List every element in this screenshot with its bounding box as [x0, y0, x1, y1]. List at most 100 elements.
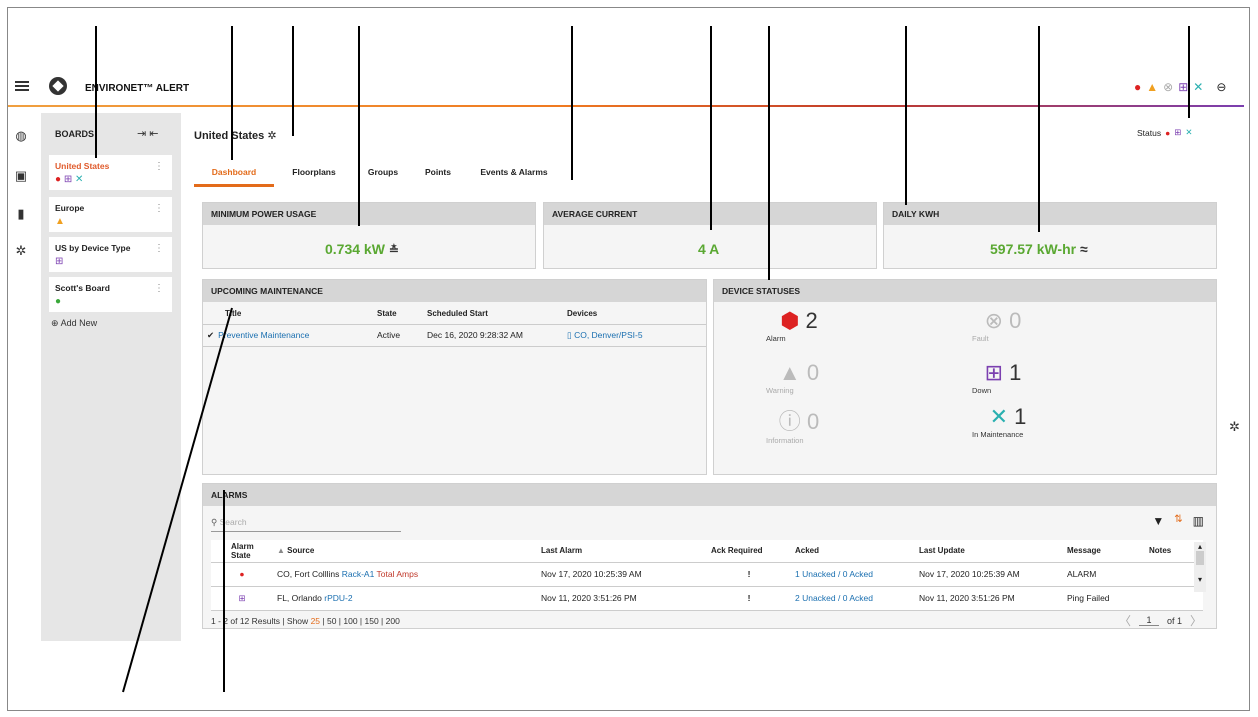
- tabs: Dashboard Floorplans Groups Points Event…: [194, 159, 564, 187]
- status-alarm[interactable]: ⬢ 2 Alarm: [764, 308, 834, 343]
- board-item-us-by-device-type[interactable]: US by Device Type ⊞ ⋮: [49, 237, 172, 272]
- page-size-25[interactable]: 25: [311, 616, 320, 626]
- col-alarm-state[interactable]: Alarm State: [211, 540, 273, 563]
- tab-floorplans[interactable]: Floorplans: [274, 159, 354, 187]
- alarm-icon: ●: [1165, 127, 1171, 138]
- fault-count: 0: [1009, 308, 1022, 333]
- search-icon: ⚲: [211, 517, 218, 527]
- settings-gear-icon[interactable]: ✲: [14, 244, 28, 258]
- col-source[interactable]: ▲ Source: [273, 540, 537, 563]
- source-cell: CO, Fort Colllins Rack-A1 Total Amps: [273, 562, 537, 587]
- table-row[interactable]: ● CO, Fort Colllins Rack-A1 Total Amps N…: [211, 562, 1203, 587]
- acked-cell[interactable]: 2 Unacked / 0 Acked: [791, 586, 915, 611]
- source-link[interactable]: rPDU-2: [324, 593, 352, 603]
- device-cell: ▯ CO, Denver/PSI-5: [563, 323, 706, 347]
- columns-icon[interactable]: ▥: [1193, 514, 1204, 528]
- app-window: ENVIRONET™ ALERT ● ▲ ⊗ ⊞ ✕ ⊖ ◍ ▣ ▮ ✲ BOA…: [7, 7, 1250, 711]
- card-title: DAILY KWH: [884, 203, 1216, 225]
- kebab-menu-icon[interactable]: ⋮: [154, 283, 164, 294]
- page-of-text: of 1: [1166, 615, 1182, 626]
- tab-dashboard[interactable]: Dashboard: [194, 159, 274, 187]
- sort-asc-icon: ▲: [277, 546, 285, 556]
- last-update-cell: Nov 17, 2020 10:25:39 AM: [915, 562, 1063, 587]
- device-down-icon: ⊞: [984, 360, 1004, 385]
- maintenance-icon: ✕: [75, 174, 84, 185]
- page-size-150[interactable]: 150: [365, 616, 379, 626]
- table-row[interactable]: ⊞ FL, Orlando rPDU-2 Nov 11, 2020 3:51:2…: [211, 586, 1203, 611]
- settings-gear-icon[interactable]: ✲: [267, 130, 276, 142]
- search-input[interactable]: ⚲ Search: [211, 514, 401, 532]
- device-link[interactable]: CO, Denver/PSI-5: [574, 330, 643, 340]
- message-cell: ALARM: [1063, 562, 1145, 587]
- status-down[interactable]: ⊞ 1 Down: [968, 360, 1038, 395]
- kebab-menu-icon[interactable]: ⋮: [154, 243, 164, 254]
- add-new-board-button[interactable]: ⊕ Add New: [51, 318, 97, 329]
- col-message[interactable]: Message: [1063, 540, 1145, 563]
- board-name: Europe: [55, 203, 85, 213]
- status-information[interactable]: ⓘ 0 Information: [764, 404, 834, 445]
- card-alarms: ALARMS ⚲ Search ▼ ⇅ ▥ Alarm State ▲ Sour…: [202, 483, 1217, 629]
- reports-icon[interactable]: ▣: [14, 169, 28, 183]
- page-title: United States ✲: [194, 129, 277, 142]
- fault-icon[interactable]: ⊗: [1163, 80, 1173, 94]
- col-ack-required[interactable]: Ack Required: [707, 540, 791, 563]
- col-last-update[interactable]: Last Update: [915, 540, 1063, 563]
- next-page-icon[interactable]: 〉: [1190, 612, 1202, 629]
- globe-icon[interactable]: ◍: [14, 129, 28, 143]
- status-label: Status: [1137, 127, 1162, 138]
- source-point: Total Amps: [374, 569, 419, 579]
- collapse-panel-icon[interactable]: ⇥ ⇤: [137, 127, 159, 140]
- maintenance-icon: ✕: [1185, 127, 1193, 137]
- source-link[interactable]: Rack-A1: [342, 569, 375, 579]
- devices-icon[interactable]: ▮: [14, 207, 28, 221]
- table-scrollbar[interactable]: ▴ ▾: [1194, 542, 1206, 592]
- warning-icon[interactable]: ▲: [1146, 80, 1158, 94]
- status-fault[interactable]: ⊗ 0 Fault: [968, 308, 1038, 343]
- source-location: CO, Fort Colllins: [277, 569, 342, 579]
- col-acked[interactable]: Acked: [791, 540, 915, 563]
- warning-icon: ▲: [778, 360, 801, 385]
- alarm-icon: ●: [55, 174, 62, 185]
- sort-icon[interactable]: ⇅: [1174, 514, 1182, 528]
- col-last-alarm[interactable]: Last Alarm: [537, 540, 707, 563]
- board-item-scotts-board[interactable]: Scott's Board ● ⋮: [49, 277, 172, 312]
- maintenance-icon: ✕: [989, 404, 1009, 429]
- ack-required-cell[interactable]: !: [707, 562, 791, 587]
- board-item-europe[interactable]: Europe ▲ ⋮: [49, 197, 172, 232]
- page-size-200[interactable]: 200: [386, 616, 400, 626]
- prev-page-icon[interactable]: 〈: [1119, 612, 1131, 629]
- page-size-50[interactable]: 50: [327, 616, 336, 626]
- daily-kwh-value-text: 597.57 kW-hr: [990, 241, 1077, 257]
- col-scheduled-start: Scheduled Start: [427, 309, 488, 319]
- filter-icon[interactable]: ▼: [1152, 514, 1164, 528]
- status-warning[interactable]: ▲ 0 Warning: [764, 360, 834, 395]
- board-item-united-states[interactable]: United States ● ⊞ ✕ ⋮: [49, 155, 172, 190]
- user-account-icon[interactable]: ⊖: [1216, 80, 1226, 94]
- fault-label: Fault: [972, 334, 989, 343]
- kebab-menu-icon[interactable]: ⋮: [154, 203, 164, 214]
- tab-points[interactable]: Points: [412, 159, 464, 187]
- maintenance-icon[interactable]: ✕: [1193, 80, 1203, 94]
- top-status-icons: ● ▲ ⊗ ⊞ ✕ ⊖: [1134, 80, 1226, 94]
- page-size-100[interactable]: 100: [343, 616, 357, 626]
- acked-cell[interactable]: 1 Unacked / 0 Acked: [791, 562, 915, 587]
- status-in-maintenance[interactable]: ✕ 1 In Maintenance: [968, 404, 1048, 439]
- side-settings-gear-icon[interactable]: ✲: [1229, 419, 1240, 435]
- alarm-state-cell: ●: [211, 562, 273, 587]
- maintenance-link[interactable]: Preventive Maintenance: [218, 330, 309, 340]
- information-label: Information: [766, 436, 804, 445]
- page-input[interactable]: 1: [1138, 615, 1159, 626]
- tab-events-alarms[interactable]: Events & Alarms: [464, 159, 564, 187]
- down-count: 1: [1009, 360, 1022, 385]
- min-power-value-text: 0.734 kW: [325, 241, 385, 257]
- alarm-icon[interactable]: ●: [1134, 80, 1141, 94]
- ack-required-cell[interactable]: !: [707, 586, 791, 611]
- tab-groups[interactable]: Groups: [354, 159, 412, 187]
- kebab-menu-icon[interactable]: ⋮: [154, 161, 164, 172]
- board-status-icons: ● ⊞ ✕: [55, 174, 83, 185]
- hamburger-menu-icon[interactable]: [15, 81, 29, 91]
- device-down-icon[interactable]: ⊞: [1178, 80, 1188, 94]
- col-source-label: Source: [287, 546, 315, 556]
- avg-current-value: 4 A: [698, 241, 720, 257]
- start-cell: Dec 16, 2020 9:28:32 AM: [423, 323, 563, 347]
